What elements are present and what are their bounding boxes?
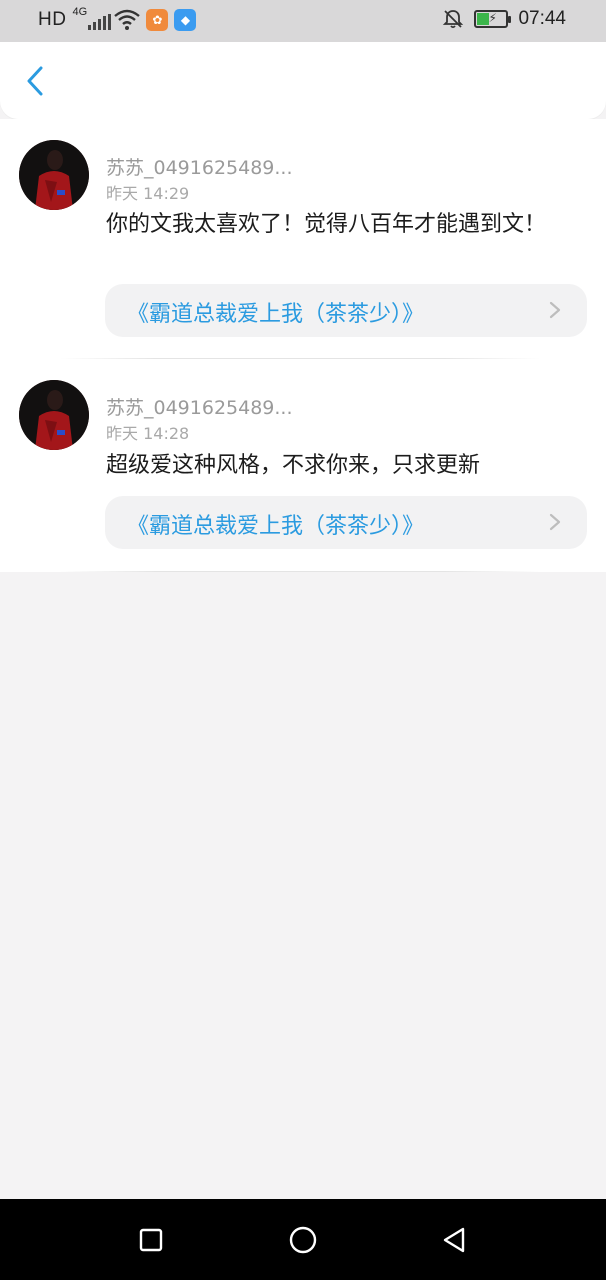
wifi-icon [114, 9, 141, 30]
book-title: 《霸道总裁爱上我（茶茶少）》 [127, 302, 425, 327]
chevron-right-icon [549, 301, 561, 319]
system-nav-bar [0, 1199, 606, 1280]
back-button[interactable] [18, 64, 52, 98]
chevron-right-icon [549, 513, 561, 531]
comment-time: 昨天 14:28 [106, 424, 190, 443]
comment-username[interactable]: 苏苏_0491625489... [106, 393, 293, 420]
book-link[interactable]: 《霸道总裁爱上我（茶茶少）》 [105, 496, 587, 549]
status-left: HD 4G ✿ ◆ [38, 6, 197, 32]
back-triangle-icon[interactable] [438, 1223, 472, 1257]
avatar[interactable] [19, 380, 89, 450]
book-title: 《霸道总裁爱上我（茶茶少）》 [127, 514, 425, 539]
status-bar: HD 4G ✿ ◆ ⚡ 07:44 [0, 0, 606, 42]
comment-time: 昨天 14:29 [106, 184, 190, 203]
network-type: HD [38, 9, 67, 30]
signal-icon: 4G [72, 6, 112, 32]
chevron-left-icon [27, 66, 43, 96]
app-header [0, 42, 606, 119]
clock: 07:44 [518, 8, 566, 29]
app-notification-blue-icon: ◆ [174, 9, 197, 31]
divider [60, 358, 540, 359]
book-link[interactable]: 《霸道总裁爱上我（茶茶少）》 [105, 284, 587, 337]
comment-username[interactable]: 苏苏_0491625489... [106, 153, 293, 180]
comment-text: 超级爱这种风格，不求你来，只求更新 [106, 453, 481, 478]
signal-label: 4G [72, 6, 88, 18]
app-notification-orange-icon: ✿ [146, 9, 169, 31]
comment-list: 苏苏_0491625489... 昨天 14:29 你的文我太喜欢了！觉得八百年… [0, 119, 606, 572]
comment-text: 你的文我太喜欢了！觉得八百年才能遇到文！ [106, 212, 547, 237]
home-circle-icon[interactable] [286, 1223, 320, 1257]
divider [60, 571, 540, 572]
mute-bell-icon [443, 10, 464, 29]
battery-charging-icon: ⚡ [474, 10, 512, 28]
avatar[interactable] [19, 140, 89, 210]
recents-square-icon[interactable] [134, 1223, 168, 1257]
status-right: ⚡ 07:44 [442, 8, 566, 30]
